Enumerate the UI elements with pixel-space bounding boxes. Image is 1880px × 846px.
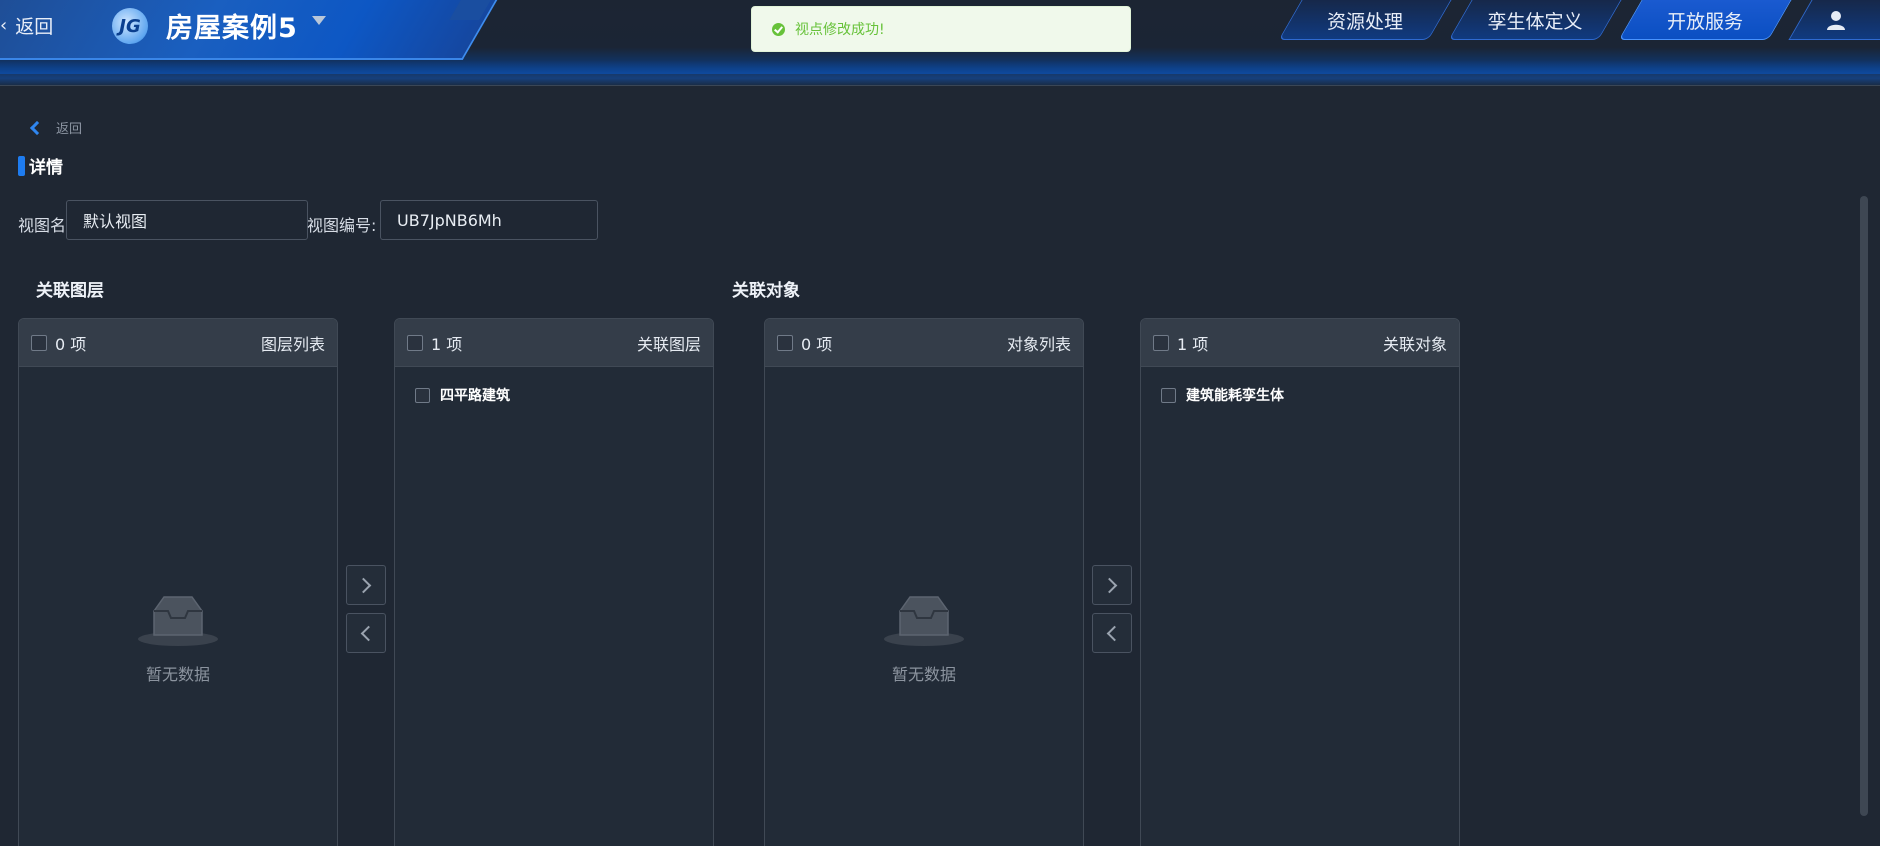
- list-item-checkbox[interactable]: [415, 387, 430, 403]
- success-toast: 视点修改成功!: [751, 6, 1131, 52]
- tab-resource-processing[interactable]: 资源处理: [1290, 0, 1440, 40]
- related-layers-select-all-checkbox[interactable]: [407, 334, 423, 351]
- app-logo-icon: JG: [112, 8, 148, 44]
- list-item[interactable]: 建筑能耗孪生体: [1141, 385, 1459, 405]
- list-item-label: 建筑能耗孪生体: [1186, 388, 1284, 404]
- layer-list-empty-text: 暂无数据: [145, 665, 210, 684]
- project-title[interactable]: 房屋案例5: [166, 6, 298, 45]
- section-accent-bar: [18, 155, 25, 176]
- header-glow: [0, 60, 1880, 86]
- user-icon: [1827, 11, 1845, 30]
- tab-twin-definition-label: 孪生体定义: [1487, 10, 1583, 33]
- view-name-input[interactable]: [66, 200, 308, 240]
- object-list-empty-state: 暂无数据: [765, 591, 1083, 685]
- header-back-label: 返回: [15, 15, 54, 38]
- page-scrollbar[interactable]: [1860, 196, 1868, 816]
- related-layers-count: 1 项: [431, 334, 463, 354]
- related-objects-panel-title: 关联对象: [1382, 334, 1447, 354]
- chevron-left-icon: [29, 120, 45, 135]
- tab-open-service-label: 开放服务: [1666, 10, 1743, 33]
- layer-list-count: 0 项: [55, 334, 87, 354]
- user-menu-button[interactable]: [1800, 0, 1880, 40]
- layer-list-select-all-checkbox[interactable]: [31, 334, 47, 351]
- chevron-right-icon: [1101, 577, 1118, 593]
- chevron-left-icon: ‹: [0, 14, 8, 36]
- related-objects-count: 1 项: [1177, 334, 1209, 354]
- toast-message: 视点修改成功!: [795, 22, 885, 38]
- page-back-label: 返回: [56, 122, 83, 137]
- add-object-button[interactable]: [1092, 565, 1132, 605]
- success-check-icon: [772, 22, 785, 36]
- tab-resource-processing-label: 资源处理: [1326, 10, 1403, 33]
- list-item-checkbox[interactable]: [1161, 387, 1176, 403]
- related-objects-title: 关联对象: [732, 281, 800, 301]
- layer-list-title: 图层列表: [260, 334, 325, 354]
- header-back-button[interactable]: ‹ 返回: [0, 12, 53, 38]
- chevron-left-icon: [360, 625, 377, 641]
- related-objects-select-all-checkbox[interactable]: [1153, 334, 1169, 351]
- related-objects-header: 1 项 关联对象: [1141, 319, 1459, 367]
- section-header: 详情: [18, 153, 63, 178]
- section-title: 详情: [29, 158, 63, 178]
- list-item[interactable]: 四平路建筑: [395, 385, 713, 405]
- view-name-label: 视图名: [18, 216, 67, 235]
- related-objects-panel: 1 项 关联对象 建筑能耗孪生体: [1140, 318, 1460, 846]
- caret-down-icon[interactable]: [312, 16, 326, 25]
- related-layers-header: 1 项 关联图层: [395, 319, 713, 367]
- object-list-title: 对象列表: [1006, 334, 1071, 354]
- remove-layer-button[interactable]: [346, 613, 386, 653]
- related-layers-title: 关联图层: [36, 281, 104, 301]
- object-list-select-all-checkbox[interactable]: [777, 334, 793, 351]
- layer-list-panel: 0 项 图层列表 暂无数据: [18, 318, 338, 846]
- tab-twin-definition[interactable]: 孪生体定义: [1460, 0, 1610, 40]
- related-layers-panel-title: 关联图层: [636, 334, 701, 354]
- object-list-header: 0 项 对象列表: [765, 319, 1083, 367]
- object-list-count: 0 项: [801, 334, 833, 354]
- view-code-label: 视图编号:: [307, 216, 377, 235]
- page-back-button[interactable]: 返回: [28, 118, 82, 137]
- view-code-input[interactable]: [380, 200, 598, 240]
- app-logo-text: JG: [119, 15, 141, 37]
- object-list-panel: 0 项 对象列表 暂无数据: [764, 318, 1084, 846]
- empty-inbox-icon: [884, 596, 964, 646]
- chevron-left-icon: [1106, 625, 1123, 641]
- chevron-right-icon: [355, 577, 372, 593]
- object-list-empty-text: 暂无数据: [891, 665, 956, 684]
- layer-list-header: 0 项 图层列表: [19, 319, 337, 367]
- empty-inbox-icon: [138, 596, 218, 646]
- header-divider: [0, 85, 1880, 86]
- add-layer-button[interactable]: [346, 565, 386, 605]
- layer-list-empty-state: 暂无数据: [19, 591, 337, 685]
- remove-object-button[interactable]: [1092, 613, 1132, 653]
- tab-open-service[interactable]: 开放服务: [1630, 0, 1780, 40]
- related-layers-panel: 1 项 关联图层 四平路建筑: [394, 318, 714, 846]
- list-item-label: 四平路建筑: [440, 388, 510, 404]
